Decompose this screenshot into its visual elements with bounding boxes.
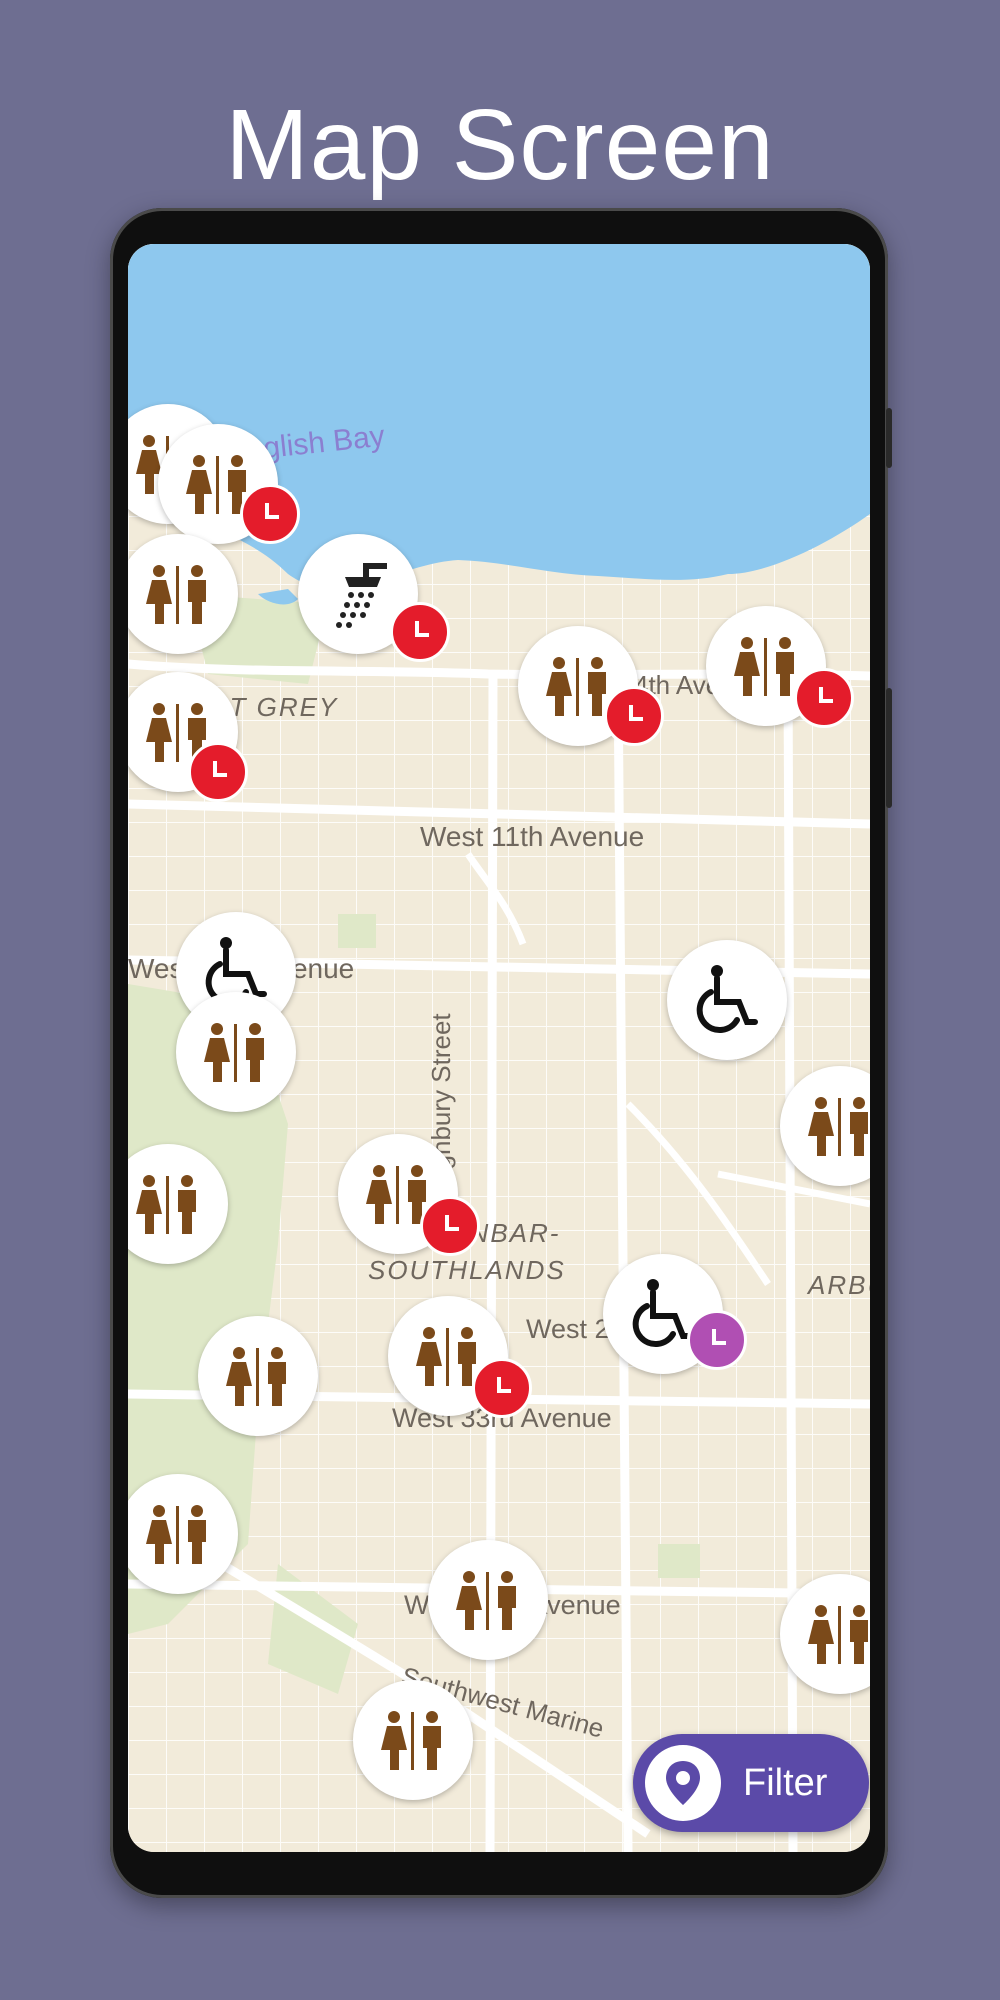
map-marker-wheelchair[interactable]: [603, 1254, 747, 1374]
restroom-icon: [222, 1344, 294, 1408]
major-road: [783, 673, 798, 1852]
clock-icon: [420, 1196, 480, 1256]
wheelchair-icon: [691, 964, 763, 1036]
page-heading: Map Screen: [225, 89, 775, 201]
restroom-icon: [804, 1094, 870, 1158]
phone-volume-button: [886, 688, 892, 808]
map-marker-restroom[interactable]: [353, 1680, 473, 1800]
shower-icon: [323, 559, 393, 629]
map-marker-wheelchair[interactable]: [667, 940, 787, 1060]
restroom-icon: [804, 1602, 870, 1666]
restroom-icon: [730, 634, 802, 698]
map-marker-restroom[interactable]: [706, 606, 854, 728]
filter-label: Filter: [743, 1761, 828, 1804]
clock-icon: [390, 602, 450, 662]
restroom-icon: [142, 562, 214, 626]
map-marker-restroom[interactable]: [388, 1296, 532, 1418]
map-marker-shower[interactable]: [298, 534, 450, 662]
park-area: [658, 1544, 700, 1578]
clock-icon: [604, 686, 664, 746]
map-marker-restroom[interactable]: [158, 424, 300, 544]
location-pin-icon: [645, 1745, 721, 1821]
clock-icon: [188, 742, 248, 802]
map-marker-restroom[interactable]: [198, 1316, 318, 1436]
app-screen: English Bay POINT GREY West 4th Avenue W…: [128, 244, 870, 1852]
restroom-icon: [452, 1568, 524, 1632]
map-marker-restroom[interactable]: [176, 992, 296, 1112]
map-marker-restroom[interactable]: [428, 1540, 548, 1660]
restroom-icon: [542, 654, 614, 718]
restroom-icon: [132, 1172, 204, 1236]
map-marker-restroom[interactable]: [128, 672, 248, 802]
map-label-neighborhood: SOUTHLANDS: [368, 1255, 566, 1285]
restroom-icon: [200, 1020, 272, 1084]
filter-button[interactable]: Filter: [633, 1734, 869, 1832]
restroom-icon: [377, 1708, 449, 1772]
map-label-street: West 11th Avenue: [420, 821, 644, 852]
phone-side-button: [886, 408, 892, 468]
restroom-icon: [142, 1502, 214, 1566]
park-area: [338, 914, 376, 948]
phone-frame: English Bay POINT GREY West 4th Avenue W…: [110, 208, 892, 1898]
clock-icon: [240, 484, 300, 544]
clock-icon: [794, 668, 854, 728]
map-label-neighborhood: ARBUTUS: [806, 1270, 870, 1300]
clock-icon: [687, 1310, 747, 1370]
map-marker-restroom[interactable]: [338, 1134, 480, 1256]
clock-icon: [472, 1358, 532, 1418]
map-marker-restroom[interactable]: [518, 626, 664, 746]
